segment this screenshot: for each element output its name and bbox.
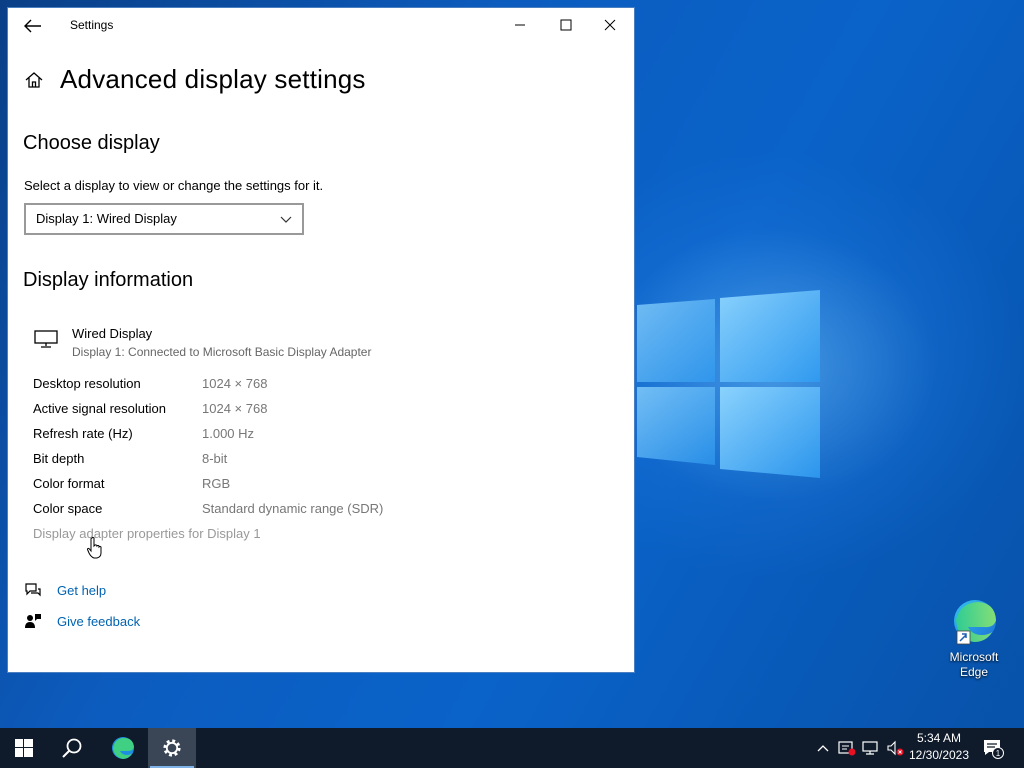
windows-logo-wallpaper: [637, 290, 820, 478]
taskbar: 5:34 AM 12/30/2023 1: [0, 728, 1024, 768]
edge-icon: [112, 737, 134, 759]
info-value: 1024 × 768: [202, 401, 268, 416]
taskbar-clock[interactable]: 5:34 AM 12/30/2023: [900, 730, 978, 764]
feedback-icon: [25, 614, 41, 628]
info-label: Desktop resolution: [33, 376, 141, 391]
give-feedback-link[interactable]: Give feedback: [24, 612, 140, 630]
action-center-button[interactable]: 1: [980, 728, 1006, 768]
back-arrow-icon: [24, 19, 41, 33]
maximize-button[interactable]: [544, 13, 588, 37]
display-select-value: Display 1: Wired Display: [36, 211, 177, 226]
info-label: Refresh rate (Hz): [33, 426, 133, 441]
tray-security-button[interactable]: [836, 728, 858, 768]
tray-network-button[interactable]: [860, 728, 882, 768]
edge-label-line-2: Edge: [959, 665, 989, 679]
info-value: Standard dynamic range (SDR): [202, 501, 384, 516]
give-feedback-label: Give feedback: [57, 613, 141, 629]
info-value: RGB: [202, 476, 231, 491]
desktop-edge-shortcut[interactable]: Microsoft Edge: [942, 598, 1006, 680]
display-connection: Display 1: Connected to Microsoft Basic …: [72, 345, 372, 359]
edge-icon: [954, 600, 996, 645]
security-warning-icon: [838, 741, 856, 756]
choose-display-description: Select a display to view or change the s…: [24, 178, 324, 193]
info-label: Bit depth: [33, 451, 85, 466]
info-value: 1024 × 768: [202, 376, 268, 391]
display-adapter-properties-link[interactable]: Display adapter properties for Display 1: [33, 526, 261, 541]
maximize-icon: [560, 19, 572, 31]
display-information-heading: Display information: [23, 269, 194, 291]
home-icon[interactable]: [24, 70, 44, 90]
minimize-icon: [515, 24, 525, 26]
choose-display-heading: Choose display: [23, 132, 160, 154]
edge-label-line-1: Microsoft: [949, 650, 999, 664]
search-icon: [62, 738, 82, 758]
info-label: Active signal resolution: [33, 401, 166, 416]
get-help-label: Get help: [57, 582, 107, 598]
page-header: Advanced display settings: [24, 64, 366, 95]
settings-window: Settings Advanced display settings Choos…: [7, 7, 635, 673]
get-help-link[interactable]: Get help: [24, 581, 106, 599]
page-title: Advanced display settings: [60, 64, 366, 94]
windows-start-icon: [15, 739, 33, 757]
chevron-up-icon: [817, 745, 829, 752]
info-value: 8-bit: [202, 451, 228, 466]
display-name: Wired Display: [72, 326, 153, 341]
hand-cursor-icon: [86, 537, 102, 559]
info-value: 1.000 Hz: [202, 426, 255, 441]
clock-time: 5:34 AM: [916, 731, 962, 745]
title-bar: Settings: [8, 8, 634, 42]
chevron-down-icon: [280, 216, 292, 223]
notification-count: 1: [996, 749, 1001, 758]
close-button[interactable]: [588, 13, 632, 37]
monitor-icon: [34, 330, 58, 348]
taskbar-settings-button[interactable]: [148, 728, 196, 768]
info-label: Color format: [33, 476, 105, 491]
window-title: Settings: [70, 18, 114, 32]
taskbar-edge-button[interactable]: [99, 728, 147, 768]
notification-icon: 1: [984, 740, 1004, 759]
gear-icon: [163, 739, 181, 757]
display-select[interactable]: Display 1: Wired Display: [24, 203, 304, 235]
minimize-button[interactable]: [498, 13, 542, 37]
network-icon: [862, 741, 878, 755]
back-button[interactable]: [22, 16, 44, 36]
clock-date: 12/30/2023: [908, 748, 970, 762]
close-icon: [604, 19, 616, 31]
show-hidden-icons-button[interactable]: [812, 728, 834, 768]
search-button[interactable]: [48, 728, 96, 768]
start-button[interactable]: [0, 728, 48, 768]
help-icon: [25, 583, 41, 597]
info-label: Color space: [33, 501, 103, 516]
